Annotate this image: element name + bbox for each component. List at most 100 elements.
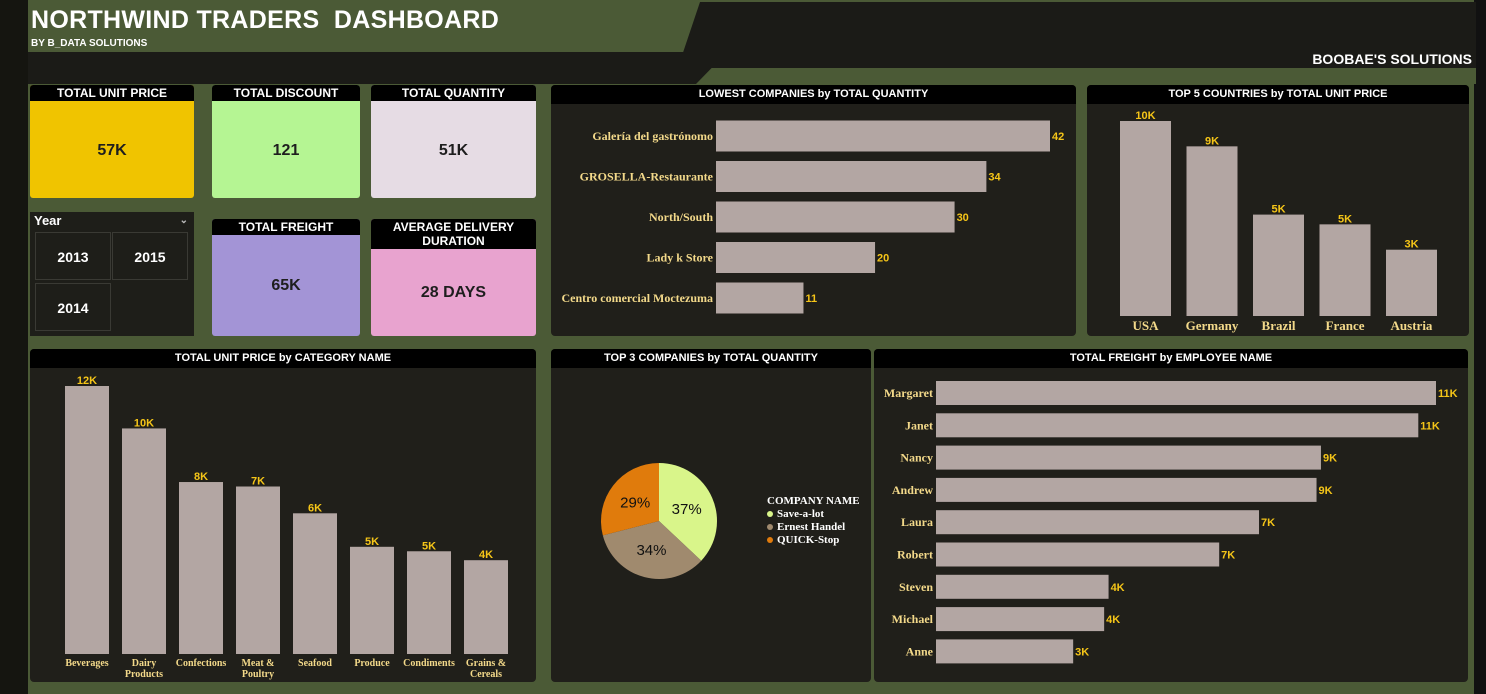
pie-slice-label: 37%	[672, 501, 702, 518]
data-label: 5K	[365, 536, 379, 548]
legend-dot-icon	[767, 511, 773, 518]
kpi-total-freight: TOTAL FREIGHT 65K	[212, 219, 360, 336]
data-label: 3K	[1404, 239, 1418, 251]
bar	[407, 551, 451, 654]
data-label: 12K	[77, 375, 97, 387]
chevron-down-icon[interactable]: ⌄	[180, 212, 188, 230]
bar	[936, 574, 1109, 599]
dashboard-subtitle: BY B_DATA SOLUTIONS	[31, 38, 148, 49]
kpi-average-delivery-label: AVERAGE DELIVERY DURATION	[371, 219, 536, 249]
kpi-total-unit-price: TOTAL UNIT PRICE 57K	[30, 85, 194, 198]
data-label: 10K	[1135, 110, 1155, 122]
data-label: 4K	[1106, 614, 1120, 626]
bar	[936, 477, 1317, 502]
data-label: 9K	[1323, 453, 1337, 465]
data-label: 11K	[1438, 388, 1458, 400]
pie-legend-item[interactable]: QUICK-Stop	[767, 534, 860, 547]
pie-slice-label: 29%	[620, 495, 650, 512]
kpi-average-delivery-value: 28 DAYS	[420, 284, 487, 301]
data-label: 20	[877, 253, 889, 265]
category-label: Dairy Products	[125, 658, 163, 680]
pie-legend-label: Ernest Handel	[777, 521, 846, 533]
kpi-total-freight-value: 65K	[271, 277, 301, 294]
data-label: 7K	[1261, 517, 1275, 529]
data-label: 34	[988, 172, 1001, 184]
dashboard-title: NORTHWIND TRADERS DASHBOARD	[31, 6, 500, 34]
bar	[936, 607, 1105, 632]
category-label: Produce	[354, 658, 390, 669]
category-label: Anne	[906, 644, 934, 658]
category-label: Meat & Poultry	[241, 658, 274, 680]
category-label: Confections	[176, 658, 227, 669]
year-slicer-title: Year	[34, 213, 62, 228]
category-label: Margaret	[884, 386, 933, 400]
data-label: 5K	[422, 540, 436, 552]
category-label: USA	[1132, 318, 1159, 333]
bar	[350, 546, 394, 654]
data-label: 4K	[1111, 582, 1125, 594]
bar	[65, 386, 109, 654]
year-option-2013[interactable]: 2013	[35, 232, 111, 280]
category-label: Janet	[905, 418, 933, 432]
data-label: 11	[805, 293, 817, 305]
pie-legend-item[interactable]: Ernest Handel	[767, 521, 860, 534]
category-chart: 12K Beverages 10K Dairy Products 8K Confection…	[65, 375, 508, 680]
data-label: 5K	[1271, 204, 1285, 216]
data-label: 8K	[194, 471, 208, 483]
year-slicer-header[interactable]: Year ⌄	[30, 212, 194, 230]
data-label: 5K	[1338, 213, 1352, 225]
kpi-total-unit-price-value: 57K	[97, 142, 127, 159]
bar	[936, 445, 1321, 470]
data-label: 11K	[1420, 420, 1440, 432]
data-label: 6K	[308, 502, 322, 514]
kpi-average-delivery-label-line2: DURATION	[422, 234, 485, 248]
bar	[464, 560, 508, 654]
category-label: Michael	[892, 612, 934, 626]
category-label: Austria	[1391, 318, 1433, 333]
bar	[716, 120, 1050, 152]
lowest-companies-panel: LOWEST COMPANIES by TOTAL QUANTITY Galer…	[551, 85, 1076, 336]
kpi-average-delivery-label-line1: AVERAGE DELIVERY	[392, 220, 515, 234]
bar	[936, 413, 1419, 438]
bar	[716, 161, 987, 192]
data-label: 30	[957, 212, 969, 224]
bar	[1186, 146, 1238, 316]
data-label: 4K	[479, 549, 493, 561]
bar	[936, 381, 1436, 405]
category-label: Brazil	[1262, 318, 1296, 333]
pie-legend-item[interactable]: Save-a-lot	[767, 508, 860, 521]
top5-countries-panel: TOP 5 COUNTRIES by TOTAL UNIT PRICE 10K U…	[1087, 85, 1469, 336]
pie-slice-label: 34%	[636, 542, 666, 559]
pie-legend-title: COMPANY NAME	[767, 495, 860, 507]
bar	[716, 201, 955, 233]
category-label: Steven	[899, 580, 933, 594]
category-label: Condiments	[403, 658, 455, 669]
bar	[179, 482, 223, 654]
freight-chart: Margaret 11K Janet 11K Nancy 9K Andrew 9K Laura 7…	[884, 381, 1458, 664]
data-label: 7K	[251, 476, 265, 488]
year-option-2015[interactable]: 2015	[112, 232, 188, 280]
category-label: Andrew	[892, 483, 933, 497]
pie-legend: COMPANY NAME Save-a-lot Ernest Handel QU…	[767, 495, 860, 547]
category-label: Galería del gastrónomo	[592, 129, 713, 143]
category-label: France	[1326, 318, 1365, 333]
bar	[716, 242, 876, 273]
legend-dot-icon	[767, 524, 773, 531]
brand-label: BOOBAE'S SOLUTIONS	[1312, 51, 1472, 67]
bar	[122, 428, 166, 654]
pie-legend-label: QUICK-Stop	[777, 534, 840, 546]
category-label: Robert	[897, 548, 933, 562]
bar	[1253, 214, 1304, 316]
category-label: Laura	[901, 515, 933, 529]
kpi-total-unit-price-label: TOTAL UNIT PRICE	[30, 85, 194, 101]
category-label: Germany	[1186, 318, 1239, 333]
kpi-total-quantity-label: TOTAL QUANTITY	[371, 85, 536, 101]
bar	[293, 513, 337, 654]
bar	[936, 542, 1220, 567]
category-label: Nancy	[900, 451, 933, 465]
category-label: Grains & Cereals	[466, 658, 506, 680]
year-option-2014[interactable]: 2014	[35, 283, 111, 331]
data-label: 3K	[1075, 646, 1089, 658]
kpi-total-freight-label: TOTAL FREIGHT	[212, 219, 360, 235]
pie-legend-label: Save-a-lot	[777, 508, 825, 520]
